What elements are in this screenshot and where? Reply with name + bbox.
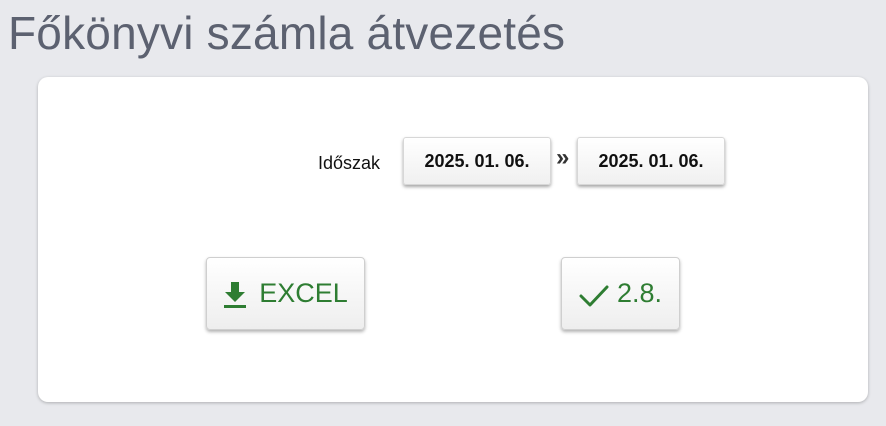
range-separator: » [556,144,570,171]
checkmark-icon [579,284,609,308]
submit-button[interactable]: 2.8. [561,257,680,330]
date-from-field[interactable]: 2025. 01. 06. [403,137,551,185]
excel-button-label: EXCEL [259,278,348,308]
page-title: Főkönyvi számla átvezetés [8,7,566,59]
date-to-field[interactable]: 2025. 01. 06. [577,137,725,185]
excel-export-button[interactable]: EXCEL [206,257,365,330]
form-card: Időszak 2025. 01. 06. » 2025. 01. 06. EX… [38,77,868,402]
download-icon [223,281,247,309]
submit-button-label: 2.8. [616,278,663,308]
period-label: Időszak [318,153,381,173]
